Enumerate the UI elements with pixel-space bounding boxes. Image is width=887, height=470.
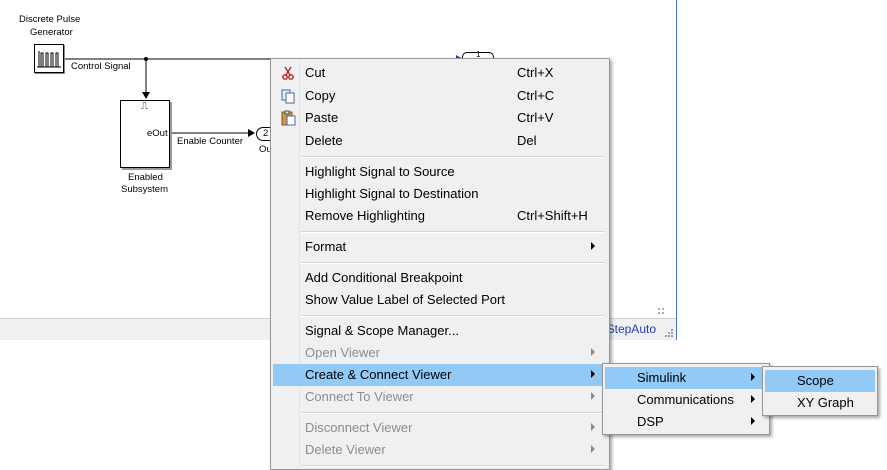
paste-icon <box>281 110 296 126</box>
menu-item-label: Remove Highlighting <box>305 208 425 223</box>
submenu-arrow-icon <box>751 373 755 381</box>
solver-status-link[interactable]: StepAuto <box>607 322 656 336</box>
menu-item-label: Format <box>305 239 347 254</box>
scissors-icon <box>282 66 294 80</box>
submenu-item-scope[interactable]: Scope <box>765 370 875 392</box>
menu-item-format[interactable]: Format <box>273 236 607 258</box>
submenu-arrow-icon <box>751 417 755 425</box>
menu-separator <box>301 262 605 264</box>
pulse-block-label: Discrete Pulse <box>19 14 81 25</box>
submenu-item-label: Scope <box>797 373 834 388</box>
discrete-pulse-generator-block[interactable] <box>34 44 64 73</box>
menu-item-signal-scope-manager[interactable]: Signal & Scope Manager... <box>273 320 607 342</box>
menu-item-label: Highlight Signal to Destination <box>305 186 479 201</box>
pulse-train-icon <box>37 51 61 68</box>
submenu-arrow-icon <box>591 370 595 378</box>
menu-item-label: Show Value Label of Selected Port <box>305 292 505 307</box>
subsystem-label: Enabled <box>128 172 163 183</box>
menu-item-create-connect-viewer[interactable]: Create & Connect Viewer <box>273 364 607 386</box>
menu-separator <box>301 412 605 414</box>
subsystem-label-line2: Subsystem <box>121 184 168 195</box>
menu-item-label: Open Viewer <box>305 345 380 360</box>
copy-icon <box>281 89 295 104</box>
menu-item-label: Delete Viewer <box>305 442 386 457</box>
simulink-viewer-submenu: Scope XY Graph <box>762 366 878 416</box>
submenu-item-dsp[interactable]: DSP <box>605 411 767 433</box>
menu-item-add-conditional-breakpoint[interactable]: Add Conditional Breakpoint <box>273 267 607 289</box>
menu-item-label: Add Conditional Breakpoint <box>305 270 463 285</box>
menu-item-label: Copy <box>305 88 336 103</box>
submenu-item-simulink[interactable]: Simulink <box>605 367 767 389</box>
enable-port-icon: ⎍ <box>141 101 148 112</box>
submenu-arrow-icon <box>591 423 595 431</box>
menu-item-label: Signal & Scope Manager... <box>305 323 459 338</box>
submenu-item-label: XY Graph <box>797 395 854 410</box>
subsystem-port-label: eOut <box>147 128 168 139</box>
menu-item-copy[interactable]: Copy Ctrl+C <box>273 85 607 107</box>
submenu-arrow-icon <box>751 395 755 403</box>
outport-number: 2 <box>263 128 269 139</box>
menu-separator <box>301 315 605 317</box>
menu-item-label: Delete <box>305 133 343 148</box>
submenu-item-label: Simulink <box>637 370 687 385</box>
submenu-arrow-icon <box>591 445 595 453</box>
signal-context-menu: Cut Ctrl+X Copy Ctrl+C Paste Ctrl+V Dele… <box>270 58 610 470</box>
menu-item-label: Connect To Viewer <box>305 389 414 404</box>
menu-item-shortcut: Ctrl+Shift+H <box>517 208 588 223</box>
menu-item-delete-viewer[interactable]: Delete Viewer <box>273 439 607 461</box>
menu-item-connect-to-viewer[interactable]: Connect To Viewer <box>273 386 607 408</box>
menu-item-shortcut: Ctrl+C <box>517 88 555 103</box>
menu-item-shortcut: Del <box>517 133 537 148</box>
menu-item-disconnect-viewer[interactable]: Disconnect Viewer <box>273 417 607 439</box>
submenu-item-label: Communications <box>637 392 734 407</box>
enable-counter-label[interactable]: Enable Counter <box>177 136 243 147</box>
menu-item-label: Highlight Signal to Source <box>305 164 455 179</box>
submenu-item-communications[interactable]: Communications <box>605 389 767 411</box>
menu-item-shortcut: Ctrl+V <box>517 110 554 125</box>
menu-separator <box>301 465 605 467</box>
menu-item-paste[interactable]: Paste Ctrl+V <box>273 107 607 129</box>
menu-item-delete[interactable]: Delete Del <box>273 130 607 152</box>
scroll-grip-icon[interactable] <box>656 306 672 316</box>
menu-separator <box>301 156 605 158</box>
control-signal-label[interactable]: Control Signal <box>71 61 131 72</box>
menu-item-label: Paste <box>305 110 339 125</box>
submenu-item-label: DSP <box>637 414 664 429</box>
menu-item-shortcut: Ctrl+X <box>517 65 554 80</box>
pulse-block-label-line2: Generator <box>30 27 73 38</box>
menu-item-remove-highlighting[interactable]: Remove Highlighting Ctrl+Shift+H <box>273 205 607 227</box>
submenu-arrow-icon <box>591 348 595 356</box>
enabled-subsystem-block[interactable]: ⎍ eOut <box>120 100 170 168</box>
menu-item-highlight-to-destination[interactable]: Highlight Signal to Destination <box>273 183 607 205</box>
menu-item-label: Disconnect Viewer <box>305 420 413 435</box>
menu-item-cut[interactable]: Cut Ctrl+X <box>273 62 607 84</box>
submenu-item-xy-graph[interactable]: XY Graph <box>765 392 875 414</box>
menu-item-show-value-label[interactable]: Show Value Label of Selected Port <box>273 289 607 311</box>
menu-separator <box>301 231 605 233</box>
menu-item-label: Cut <box>305 65 326 80</box>
resize-grip-icon[interactable] <box>664 328 674 338</box>
menu-item-highlight-to-source[interactable]: Highlight Signal to Source <box>273 161 607 183</box>
viewer-library-submenu: Simulink Communications DSP <box>602 363 770 435</box>
menu-item-label: Create & Connect Viewer <box>305 367 452 382</box>
menu-item-open-viewer[interactable]: Open Viewer <box>273 342 607 364</box>
submenu-arrow-icon <box>591 392 595 400</box>
submenu-arrow-icon <box>591 242 595 250</box>
